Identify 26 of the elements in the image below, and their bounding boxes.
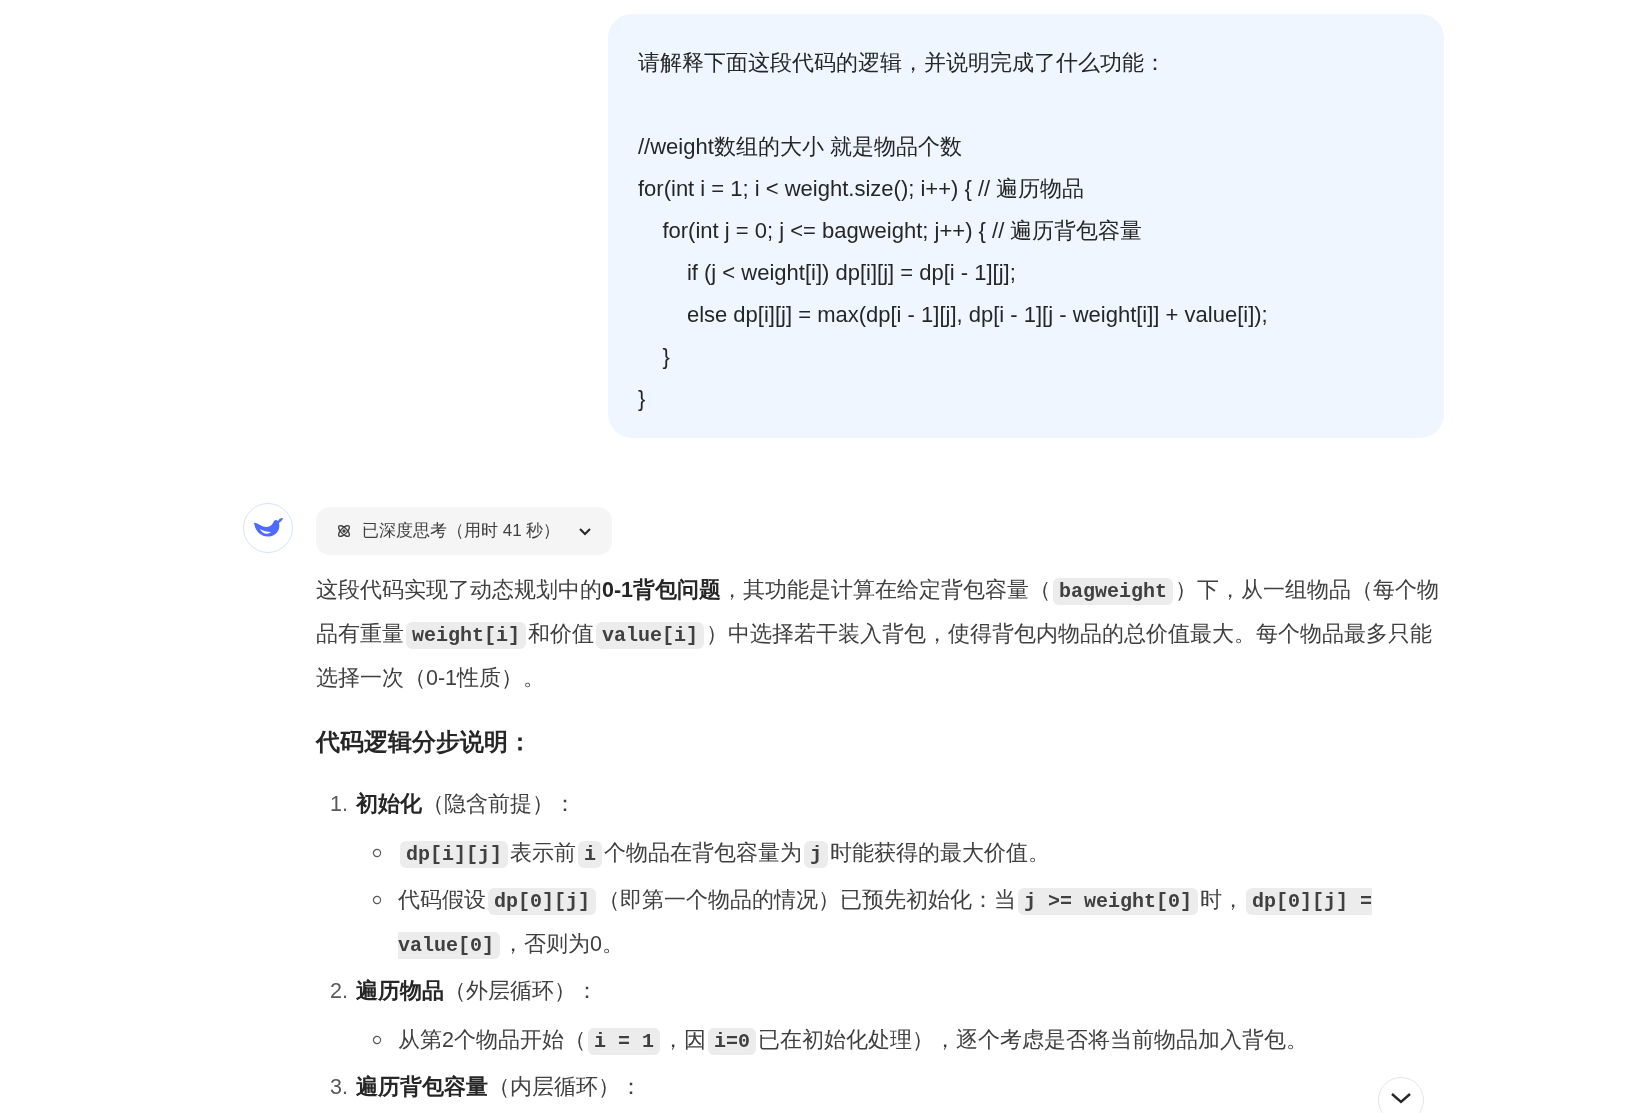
step-title: 初始化（隐含前提）： [356,791,576,818]
chevron-down-icon [1390,1091,1412,1105]
answer-paragraph: 这段代码实现了动态规划中的0-1背包问题，其功能是计算在给定背包容量（ bagweight ）下，从一组物品（每个物品有重量 weight[i] 和价值 value[i] ）中选择若干装入背包，使得背包内物品的总价值最大。每个物品最多只能选择一次（0-1性质）。 [316,577,1441,692]
code-line: if (j < weight[i]) dp[i][j] = dp[i - 1][j]; [685,259,1017,287]
step-title: 遍历物品（外层循环）： [356,978,598,1005]
code-line: for(int i = 1; i < weight.size(); i++) { // 遍历物品 [638,175,1086,203]
bullet-icon [372,1035,382,1045]
user-message-text: 请解释下面这段代码的逻辑，并说明完成了什么功能： [638,49,1167,77]
atom-icon [336,523,352,539]
scroll-down-button[interactable] [1378,1077,1424,1113]
bullet-text: dp[i][j] 表示前 i 个物品在背包容量为 j 时能获得的最大价值。 [398,832,1444,876]
list-number: 3. [330,1074,349,1101]
step-title: 遍历背包容量（内层循环）： [356,1074,642,1101]
code-line: //weight数组的大小 就是物品个数 [638,133,963,161]
list-number: 1. [330,791,349,818]
code-line: } [638,385,647,413]
bullet-icon [372,895,382,905]
section-heading: 代码逻辑分步说明： [316,727,533,757]
code-line: } [661,343,671,371]
code-line: else dp[i][j] = max(dp[i - 1][j], dp[i - 1][j - weight[i]] + value[i]); [685,301,1269,329]
code-line: for(int j = 0; j <= bagweight; j++) { // 遍历背包容量 [661,217,1144,245]
thinking-toggle[interactable]: 已深度思考（用时 41 秒） [316,507,613,555]
bullet-icon [372,848,382,858]
list-number: 2. [330,978,349,1005]
bullet-text: 从第2个物品开始（ i = 1 ，因 i=0 已在初始化处理），逐个考虑是否将当前物品加入背包。 [398,1027,1309,1057]
bullet-text: 代码假设 dp[0][j] （即第一个物品的情况）已预先初始化：当 j >= weight[0] 时， dp[0][j] = value[0] ，否则为0。 [398,887,1374,961]
